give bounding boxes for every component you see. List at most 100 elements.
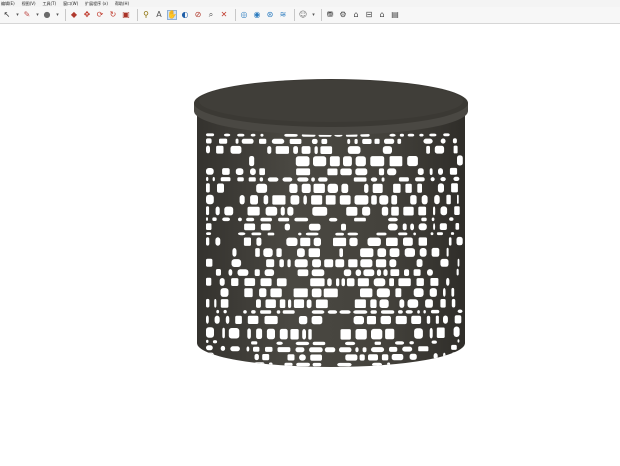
- lattice-hole: [311, 195, 323, 205]
- lattice-hole: [237, 133, 245, 137]
- pan-icon[interactable]: ◐: [180, 10, 190, 20]
- section-icon[interactable]: ⊟: [364, 10, 374, 20]
- lattice-hole: [370, 177, 378, 182]
- lattice-hole: [308, 223, 321, 231]
- lattice-hole: [418, 346, 429, 352]
- layout-icon[interactable]: ▤: [390, 10, 400, 20]
- lattice-hole: [220, 299, 229, 308]
- lattice-hole: [371, 347, 385, 353]
- lattice-hole: [333, 237, 347, 247]
- component-icon[interactable]: ✕: [219, 10, 229, 20]
- lattice-hole: [287, 206, 294, 216]
- lattice-hole: [235, 138, 239, 144]
- lattice-hole: [443, 288, 446, 297]
- lattice-hole: [437, 361, 446, 365]
- lattice-hole: [427, 269, 433, 276]
- lattice-hole: [341, 278, 345, 287]
- extension-icon[interactable]: ⚙: [338, 10, 348, 20]
- select-arrow-icon[interactable]: ↖: [2, 10, 12, 20]
- lattice-hole: [308, 329, 312, 340]
- lattice-hole: [336, 278, 340, 287]
- lattice-hole: [339, 347, 352, 353]
- orbit-icon[interactable]: ✋: [167, 10, 177, 20]
- lattice-hole: [289, 183, 298, 193]
- lattice-hole: [402, 223, 407, 231]
- lattice-hole: [265, 346, 273, 352]
- lattice-hole: [206, 133, 215, 137]
- lattice-hole: [421, 361, 425, 366]
- lattice-hole: [389, 346, 398, 352]
- lattice-hole: [446, 247, 449, 257]
- main-toolbar: ↖ ▾ ✎ ▾ ● ▾ ◆ ✥ ⟳ ↻ ▣ ⚲ A ✋ ◐ ⊘ ⌕ ✕ ◎ ◉ …: [0, 7, 620, 24]
- warehouse-icon[interactable]: ⛃: [325, 10, 335, 20]
- lattice-hole: [362, 138, 372, 144]
- lattice-hole: [290, 195, 300, 205]
- dropdown-arrow-icon[interactable]: ▾: [35, 10, 40, 20]
- lattice-hole: [259, 177, 264, 182]
- lattice-hole: [325, 195, 336, 205]
- lattice-hole: [341, 183, 349, 193]
- dropdown-arrow-icon[interactable]: ▾: [311, 10, 316, 20]
- lattice-hole: [339, 310, 351, 314]
- scale-icon[interactable]: ▣: [121, 10, 131, 20]
- lattice-hole: [259, 138, 267, 144]
- lattice-hole: [222, 168, 230, 175]
- lattice-hole: [327, 183, 338, 193]
- lattice-hole: [206, 277, 212, 286]
- lattice-hole: [206, 237, 210, 246]
- lattice-hole: [231, 278, 239, 286]
- lattice-hole: [389, 133, 396, 137]
- lattice-hole: [403, 237, 413, 246]
- lattice-hole: [357, 278, 369, 287]
- zoom-extents-icon[interactable]: ⌕: [206, 10, 216, 20]
- lattice-hole: [436, 232, 443, 236]
- text-icon[interactable]: A: [154, 10, 164, 20]
- menu-tools[interactable]: 工具(T): [43, 0, 57, 7]
- lattice-hole: [438, 168, 443, 175]
- model-viewport[interactable]: [0, 25, 620, 466]
- toolbar-divider: [294, 9, 295, 21]
- outer-shell-icon[interactable]: ◉: [252, 10, 262, 20]
- lattice-hole: [306, 299, 312, 309]
- lattice-hole: [241, 138, 254, 144]
- menu-window[interactable]: 窗口(W): [63, 0, 78, 7]
- menu-view[interactable]: 视图(V): [22, 0, 36, 7]
- lattice-hole: [354, 299, 366, 308]
- lattice-hole: [312, 206, 328, 216]
- lattice-hole: [413, 232, 416, 236]
- follow-me-icon[interactable]: ↻: [108, 10, 118, 20]
- lattice-hole: [363, 269, 375, 277]
- style-icon[interactable]: ☺: [298, 10, 308, 20]
- lattice-hole: [343, 269, 352, 277]
- lattice-hole: [353, 310, 368, 314]
- menu-extensions[interactable]: 扩展程序 (x): [85, 0, 108, 7]
- solid-tools-icon[interactable]: ◎: [239, 10, 249, 20]
- lattice-hole: [446, 194, 451, 205]
- push-pull-icon[interactable]: ◆: [69, 10, 79, 20]
- lattice-hole: [419, 133, 424, 137]
- paint-bucket-icon[interactable]: ●: [42, 10, 52, 20]
- dropdown-arrow-icon[interactable]: ▾: [55, 10, 60, 20]
- lattice-hole: [339, 248, 343, 258]
- dropdown-arrow-icon[interactable]: ▾: [15, 10, 20, 20]
- zoom-icon[interactable]: ⊘: [193, 10, 203, 20]
- intersect-icon[interactable]: ⊛: [265, 10, 275, 20]
- lattice-hole: [431, 340, 437, 344]
- lattice-hole: [371, 195, 377, 205]
- lattice-hole: [430, 278, 439, 286]
- rotate-icon[interactable]: ⟳: [95, 10, 105, 20]
- home-icon[interactable]: ⌂: [377, 10, 387, 20]
- lattice-hole: [433, 353, 438, 360]
- house-icon[interactable]: ⌂: [351, 10, 361, 20]
- menu-help[interactable]: 帮助(H): [115, 0, 129, 7]
- tape-measure-icon[interactable]: ⚲: [141, 10, 151, 20]
- menu-edit[interactable]: 编辑(E): [1, 0, 15, 7]
- lattice-hole: [451, 287, 455, 297]
- lattice-hole: [220, 177, 231, 182]
- style-icon[interactable]: ≋: [278, 10, 288, 20]
- lattice-hole: [299, 354, 306, 361]
- eraser-icon[interactable]: ✎: [22, 10, 32, 20]
- lattice-hole: [263, 195, 269, 205]
- move-icon[interactable]: ✥: [82, 10, 92, 20]
- lattice-hole: [353, 177, 367, 182]
